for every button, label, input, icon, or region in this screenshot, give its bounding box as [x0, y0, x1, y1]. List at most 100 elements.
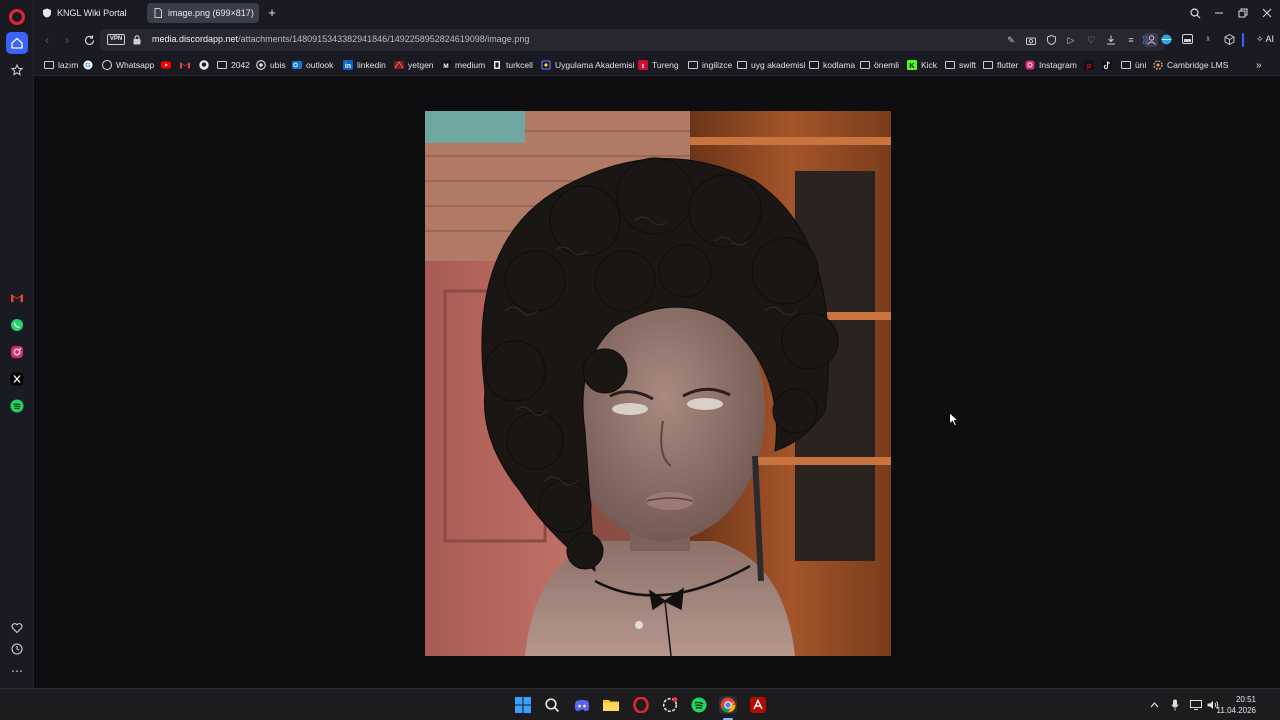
kick-icon: K [907, 60, 917, 70]
bookmark-tureng[interactable]: t Tureng [638, 58, 679, 72]
download-icon[interactable] [1104, 33, 1118, 47]
close-window-icon[interactable] [1258, 4, 1276, 22]
snapshot-camera-icon[interactable] [1024, 33, 1038, 47]
tiktok-icon [1102, 60, 1112, 70]
windows-start-icon[interactable] [514, 696, 532, 714]
bookmark-label: lazım [58, 60, 79, 70]
home-icon[interactable] [6, 32, 28, 54]
bookmark-turkcell[interactable]: turkcell [492, 58, 533, 72]
instagram-sidebar-icon[interactable] [6, 341, 28, 363]
extensions-cube-icon[interactable] [1221, 31, 1237, 47]
chrome-icon[interactable] [719, 696, 737, 714]
bookmark-linkedin[interactable]: in linkedin [343, 58, 386, 72]
bookmark-youtube[interactable] [161, 58, 175, 72]
bookmark-flutter[interactable]: flutter [983, 58, 1018, 72]
back-arrow-icon[interactable]: ‹ [38, 31, 56, 49]
taskbar-search-icon[interactable] [543, 696, 561, 714]
bookmark-yetgen[interactable]: yetgen [394, 58, 434, 72]
bookmark-2042[interactable]: 2042 [217, 58, 250, 72]
tab-kngl-wiki[interactable]: KNGL Wiki Portal [36, 3, 146, 23]
url-path: /attachments/1480915343382941846/1492258… [238, 34, 530, 44]
bookmark-label: Cambridge LMS [1167, 60, 1229, 70]
restore-icon[interactable] [1234, 4, 1252, 22]
bookmark-google[interactable]: G [83, 58, 97, 72]
divider [1242, 33, 1244, 47]
bookmark-gmail[interactable] [180, 58, 194, 72]
more-options-icon[interactable]: ⋯ [6, 660, 28, 682]
bookmark-kodlama[interactable]: kodlama [809, 58, 855, 72]
bookmark-tiktok[interactable] [1102, 58, 1116, 72]
vpn-badge[interactable]: VPN [107, 34, 125, 45]
whatsapp-sidebar-icon[interactable] [6, 314, 28, 336]
turkcell-icon [494, 61, 500, 69]
opera-browser-icon[interactable] [632, 696, 650, 714]
extension-translate-icon[interactable]: ᵡ [1200, 31, 1216, 47]
bookmark-label: ubis [270, 60, 286, 70]
svg-text:K: K [909, 61, 915, 70]
bookmark-whatsapp[interactable]: Whatsapp [102, 58, 154, 72]
displayed-image[interactable] [425, 111, 891, 656]
forward-arrow-icon[interactable]: › [58, 31, 76, 49]
bookmark-label: flutter [997, 60, 1019, 70]
bookmark-onemli[interactable]: önemli [860, 58, 899, 72]
bookmark-uni[interactable]: üni [1121, 58, 1146, 72]
pinboard-star-icon[interactable] [6, 59, 28, 81]
bookmark-ingilizce[interactable]: ingilizce [688, 58, 732, 72]
network-display-icon[interactable] [1189, 698, 1203, 712]
document-favicon-icon [154, 8, 162, 18]
bookmark-ubis[interactable]: ubis [256, 58, 286, 72]
bookmark-github[interactable] [199, 58, 213, 72]
minimize-icon[interactable] [1210, 4, 1228, 22]
x-twitter-sidebar-icon[interactable] [6, 368, 28, 390]
bookmark-cambridge-lms[interactable]: Cambridge LMS [1153, 58, 1228, 72]
bookmark-label: ingilizce [702, 60, 733, 70]
aria-ai-button[interactable]: ✧ AI [1252, 30, 1278, 48]
acrobat-icon[interactable] [749, 696, 767, 714]
bookmark-heart-icon[interactable]: ♡ [1084, 33, 1098, 47]
tab-image-png[interactable]: image.png (699×817) [147, 3, 259, 23]
edit-pencil-icon[interactable]: ✎ [1004, 33, 1018, 47]
heart-icon[interactable] [6, 617, 28, 639]
file-explorer-icon[interactable] [602, 696, 620, 714]
new-tab-plus-icon[interactable]: + [264, 5, 280, 21]
clock-date: 11.04.2026 [1216, 706, 1256, 715]
search-tabs-icon[interactable] [1186, 4, 1204, 22]
address-bar[interactable]: VPN media.discordapp.net/attachments/148… [100, 29, 1165, 51]
easy-setup-menu-icon[interactable]: ≡ [1124, 33, 1138, 47]
google-icon: G [83, 60, 93, 70]
opera-logo-icon[interactable] [9, 9, 25, 25]
bookmark-swift[interactable]: swift [945, 58, 976, 72]
outlook-icon [292, 61, 302, 69]
lock-icon[interactable] [133, 35, 141, 45]
spotify-icon[interactable] [690, 696, 708, 714]
bookmark-instagram[interactable]: Instagram [1025, 58, 1077, 72]
system-clock[interactable]: 20:51 11.04.2026 [1217, 694, 1256, 716]
gmail-sidebar-icon[interactable] [6, 287, 28, 309]
reload-icon[interactable] [80, 31, 98, 49]
url-text[interactable]: media.discordapp.net/attachments/1480915… [152, 34, 529, 44]
discord-icon[interactable] [573, 696, 591, 714]
player-play-icon[interactable]: ▷ [1064, 33, 1078, 47]
history-clock-icon[interactable] [6, 638, 28, 660]
bookmark-pinterest[interactable]: p [1084, 58, 1098, 72]
microphone-icon[interactable] [1168, 698, 1182, 712]
adblock-shield-icon[interactable] [1044, 33, 1058, 47]
pinterest-icon: p [1084, 60, 1094, 70]
spotify-sidebar-icon[interactable] [6, 395, 28, 417]
bookmark-outlook[interactable]: outlook [292, 58, 333, 72]
extension-card-icon[interactable] [1179, 31, 1195, 47]
opera-gx-icon[interactable] [661, 696, 679, 714]
show-hidden-icons-chevron-icon[interactable] [1147, 698, 1161, 712]
ai-star-icon: ✧ [1255, 33, 1264, 44]
bookmark-label: Tureng [652, 60, 679, 70]
bookmark-uygulama-akademisi[interactable]: Uygulama Akademisi [541, 58, 634, 72]
bookmark-medium[interactable]: Mmedium [441, 58, 485, 72]
bookmark-lazim[interactable]: lazım [44, 58, 78, 72]
bookmarks-overflow-icon[interactable]: » [1256, 58, 1262, 72]
bookmark-kick[interactable]: K Kick [907, 58, 937, 72]
extension-globe-icon[interactable] [1158, 31, 1174, 47]
extension-wave-icon[interactable]: )) [1137, 31, 1153, 47]
bookmarks-bar: lazım G Whatsapp 2042 ubis outlook in lin… [34, 54, 1280, 76]
bookmark-uyg-akademisi[interactable]: uyg akademisi [737, 58, 805, 72]
folder-icon [688, 61, 698, 69]
